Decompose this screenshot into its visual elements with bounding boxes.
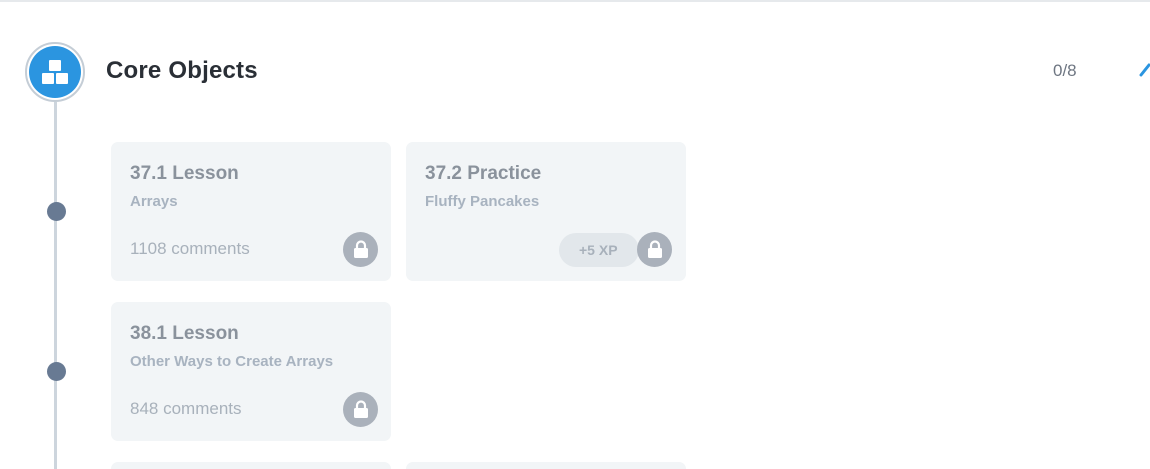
practice-card-partial[interactable] [406,462,686,469]
practice-title: 37.2 Practice [425,163,542,184]
lesson-subtitle: Arrays [130,193,178,210]
lock-icon [637,232,672,267]
timeline-dot [47,362,66,381]
lock-icon [343,232,378,267]
lesson-card[interactable]: 38.1 Lesson Other Ways to Create Arrays … [111,302,391,441]
xp-badge: +5 XP [559,233,639,267]
timeline-line [54,102,57,469]
lock-icon [343,392,378,427]
lesson-subtitle: Other Ways to Create Arrays [130,353,334,370]
timeline-dot [47,202,66,221]
pencil-icon[interactable] [1138,63,1150,79]
top-divider [0,0,1150,2]
lesson-card-partial[interactable] [111,462,391,469]
practice-card[interactable]: 37.2 Practice Fluffy Pancakes +5 XP [406,142,686,281]
module-icon-badge [25,42,85,102]
module-progress-count: 0/8 [1053,61,1077,80]
module-title: Core Objects [106,57,258,84]
lesson-comments-count[interactable]: 848 comments [130,399,242,419]
lesson-comments-count[interactable]: 1108 comments [130,239,250,259]
lesson-title: 37.1 Lesson [130,163,239,184]
lesson-card[interactable]: 37.1 Lesson Arrays 1108 comments [111,142,391,281]
blocks-icon [29,46,81,98]
practice-subtitle: Fluffy Pancakes [425,193,540,210]
lesson-title: 38.1 Lesson [130,323,239,344]
